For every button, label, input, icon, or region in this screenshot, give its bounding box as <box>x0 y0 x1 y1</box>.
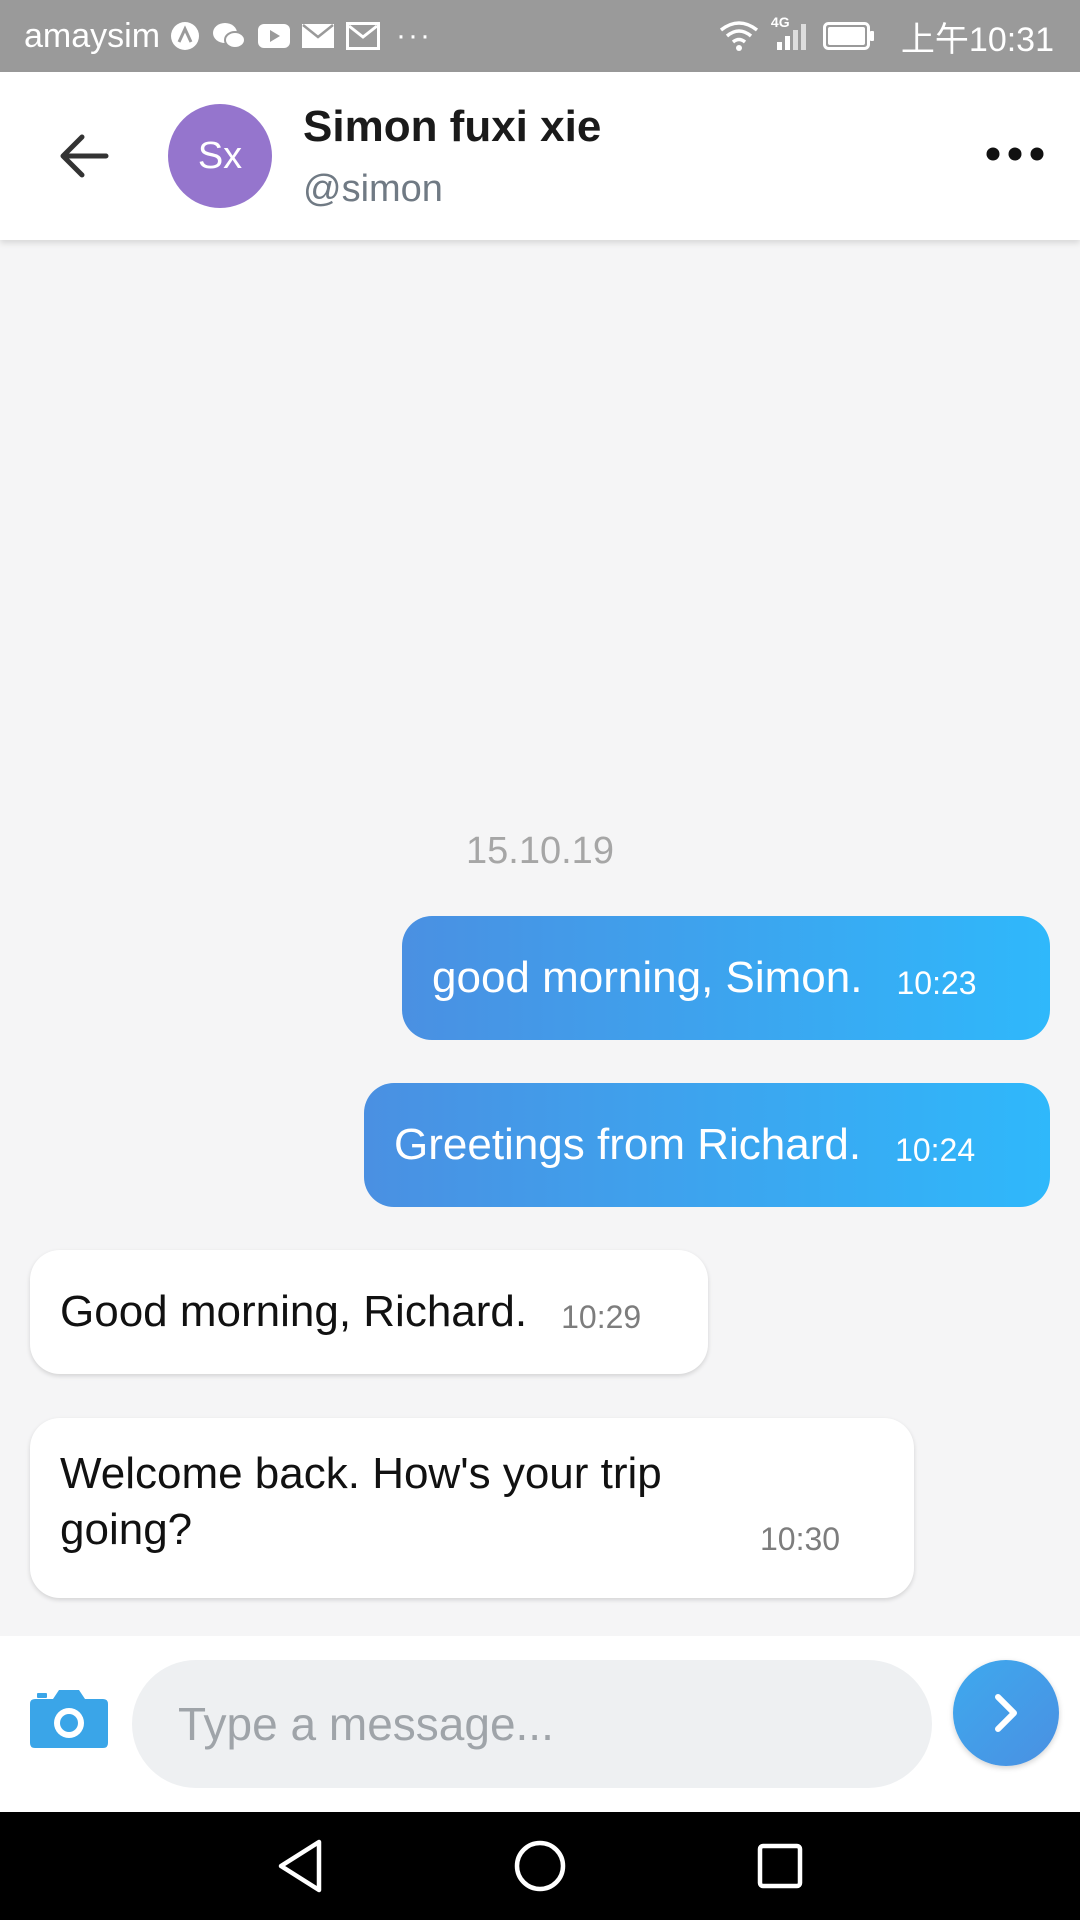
square-recents-icon <box>757 1843 803 1889</box>
message-time: 10:24 <box>895 1131 976 1168</box>
send-button[interactable] <box>953 1660 1059 1766</box>
network-type: 4G <box>770 14 790 30</box>
youtube-icon <box>258 24 291 48</box>
status-left: amaysim ··· <box>24 17 432 56</box>
nav-back-button[interactable] <box>255 1821 345 1911</box>
circle-home-icon <box>514 1840 566 1892</box>
signal-icon: 4G <box>771 14 811 52</box>
status-right: 4G 上午10:31 <box>719 12 1054 61</box>
nav-home-button[interactable] <box>495 1821 585 1911</box>
gmail-icon <box>346 22 381 50</box>
system-nav-bar <box>0 1812 1080 1920</box>
wechat-icon <box>212 21 247 51</box>
message-text: Good morning, Richard. <box>60 1287 528 1336</box>
more-options-button[interactable] <box>980 124 1050 184</box>
wifi-icon <box>719 20 759 52</box>
message-text: Welcome back. How's your trip going? <box>60 1449 662 1554</box>
chat-header: Sx Simon fuxi xie @simon <box>0 72 1080 240</box>
nav-recents-button[interactable] <box>735 1821 825 1911</box>
date-divider: 15.10.19 <box>466 830 614 872</box>
message-text: good morning, Simon. <box>432 953 863 1002</box>
contact-handle: @simon <box>303 168 443 210</box>
message-time: 10:23 <box>896 964 977 1001</box>
message-bubble-incoming[interactable]: Good morning, Richard. 10:29 <box>30 1250 708 1374</box>
contact-name: Simon fuxi xie <box>303 102 602 151</box>
message-input[interactable] <box>132 1660 932 1788</box>
status-time: 上午10:31 <box>900 20 1054 59</box>
carrier-name: amaysim <box>24 16 161 55</box>
avatar-initials: Sx <box>197 134 243 177</box>
camera-button[interactable] <box>28 1680 110 1756</box>
triangle-back-icon <box>278 1839 322 1893</box>
message-bubble-outgoing[interactable]: good morning, Simon. 10:23 <box>402 916 1050 1040</box>
message-text: Greetings from Richard. <box>394 1120 862 1169</box>
back-button[interactable] <box>52 124 116 188</box>
app-a-icon <box>170 21 200 51</box>
message-composer <box>0 1636 1080 1812</box>
avatar[interactable]: Sx <box>168 104 272 208</box>
message-time: 10:29 <box>561 1298 642 1335</box>
status-bar: amaysim ··· 4G 上午10:31 <box>0 0 1080 72</box>
chevron-right-icon <box>995 1694 1017 1732</box>
arrow-left-icon <box>60 134 109 178</box>
overflow-notifications: ··· <box>396 19 433 52</box>
more-horizontal-icon <box>986 147 1044 161</box>
battery-icon <box>822 22 875 50</box>
camera-icon <box>30 1690 108 1748</box>
message-bubble-outgoing[interactable]: Greetings from Richard. 10:24 <box>364 1083 1050 1207</box>
mail-icon <box>302 24 335 48</box>
message-bubble-incoming[interactable]: Welcome back. How's your trip going? 10:… <box>30 1418 914 1598</box>
message-time: 10:30 <box>760 1521 841 1557</box>
